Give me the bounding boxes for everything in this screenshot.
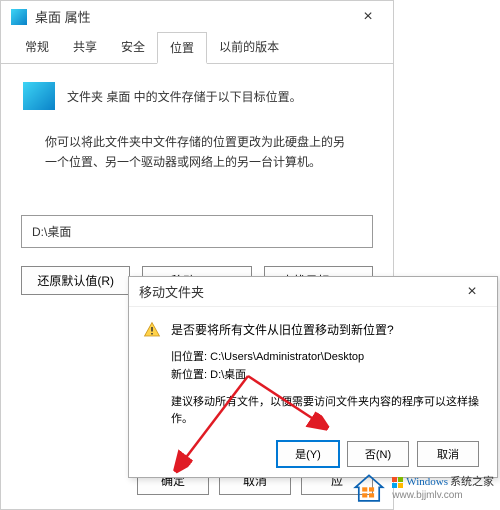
path-info: 旧位置: C:\Users\Administrator\Desktop 新位置:… [171,349,483,384]
watermark-brand: Windows [406,476,448,490]
tab-previous-versions[interactable]: 以前的版本 [207,32,291,63]
watermark-url: www.bjjmlv.com [392,490,494,503]
dialog-question: 是否要将所有文件从旧位置移动到新位置? [171,321,483,338]
old-path-value: C:\Users\Administrator\Desktop [210,351,364,363]
location-folder-icon [23,82,55,110]
no-button[interactable]: 否(N) [347,441,409,467]
dialog-buttons: 是(Y) 否(N) 取消 [143,441,483,467]
watermark: Windows 系统之家 www.bjjmlv.com [352,472,494,506]
house-logo-icon [352,472,386,506]
watermark-text: Windows 系统之家 www.bjjmlv.com [392,476,494,502]
dialog-titlebar: 移动文件夹 × [129,277,497,307]
dialog-body: 是否要将所有文件从旧位置移动到新位置? 旧位置: C:\Users\Admini… [129,307,497,477]
dialog-advice: 建议移动所有文件，以便需要访问文件夹内容的程序可以这样操作。 [171,394,483,427]
yes-button[interactable]: 是(Y) [277,441,339,467]
window-title: 桌面 属性 [35,7,353,26]
path-input[interactable]: D:\桌面 [21,215,373,248]
tab-security[interactable]: 安全 [109,32,157,63]
info-text: 你可以将此文件夹中文件存储的位置更改为此硬盘上的另一个位置、另一个驱动器或网络上… [45,132,349,173]
dialog-cancel-button[interactable]: 取消 [417,441,479,467]
close-icon[interactable]: × [353,8,383,26]
warning-icon [143,321,161,339]
restore-default-button[interactable]: 还原默认值(R) [21,266,130,295]
old-path-label: 旧位置: [171,351,210,363]
description-text: 文件夹 桌面 中的文件存储于以下目标位置。 [67,88,302,105]
dialog-close-icon[interactable]: × [457,283,487,301]
titlebar: 桌面 属性 × [1,1,393,32]
tabs: 常规 共享 安全 位置 以前的版本 [1,32,393,64]
content-area: 文件夹 桌面 中的文件存储于以下目标位置。 你可以将此文件夹中文件存储的位置更改… [1,64,393,207]
folder-icon [11,9,27,25]
move-folder-dialog: 移动文件夹 × 是否要将所有文件从旧位置移动到新位置? 旧位置: C:\User… [128,276,498,478]
windows-logo-icon [392,477,404,489]
tab-location[interactable]: 位置 [157,32,207,64]
dialog-title: 移动文件夹 [139,282,457,301]
tab-general[interactable]: 常规 [13,32,61,63]
new-path-value: D:\桌面 [210,369,246,381]
tab-sharing[interactable]: 共享 [61,32,109,63]
watermark-name: 系统之家 [450,476,494,490]
new-path-label: 新位置: [171,369,210,381]
